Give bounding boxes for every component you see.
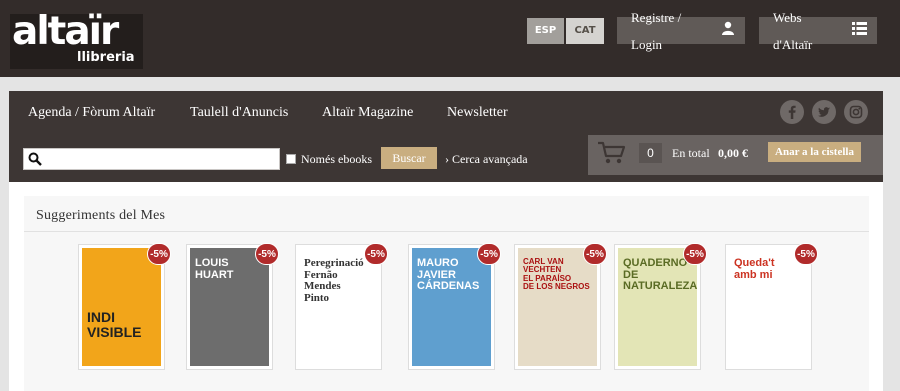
book-cover-title: MAURO JAVIER CÁRDENAS [417,257,480,293]
user-icon [721,17,735,44]
book-cover-image[interactable]: QUADERNO DE NATURALEZA [618,248,697,366]
nav-item-magazine[interactable]: Altaïr Magazine [322,91,413,134]
book-cover-image[interactable]: Peregrinació Fernão Mendes Pinto [299,248,378,366]
book-cover-title: Peregrinació Fernão Mendes Pinto [304,257,364,304]
list-icon [852,17,867,44]
discount-badge: -5% [147,243,171,265]
login-button[interactable]: Registre / Login [617,10,745,52]
login-label: Registre / Login [631,9,682,52]
section-title: Suggeriments del Mes [36,208,166,223]
book-cover-title: QUADERNO DE NATURALEZA [623,257,697,293]
search-box [23,148,280,170]
nav-item-newsletter[interactable]: Newsletter [447,91,508,134]
advanced-search-link[interactable]: › Cerca avançada [445,148,528,170]
lang-cat-button[interactable]: CAT [566,18,604,44]
shopping-cart-icon[interactable] [597,141,627,170]
book-cover-image[interactable]: LOUIS HUART [190,248,269,366]
book-cover-image[interactable]: Queda't amb mi [729,248,808,366]
book-cover-title: LOUIS HUART [195,257,234,281]
nav-item-taulell[interactable]: Taulell d'Anuncis [190,91,288,134]
book-card[interactable]: LOUIS HUART -5% [186,243,279,370]
nav-item-agenda[interactable]: Agenda / Fòrum Altaïr [28,91,155,134]
main-panel: Agenda / Fòrum Altaïr Taulell d'Anuncis … [9,91,883,391]
ebooks-label: Només ebooks [301,151,372,166]
lang-esp-button[interactable]: ESP [527,18,564,44]
ebooks-checkbox[interactable] [286,154,296,164]
discount-badge: -5% [255,243,279,265]
book-cover-title: CARL VAN VECHTEN EL PARAÍSO DE LOS NEGRO… [523,257,590,292]
webs-label: Webs d'Altaïr [773,9,813,52]
cart-total-label: En total [672,146,710,160]
book-card[interactable]: QUADERNO DE NATURALEZA -5% [614,243,707,370]
cart-total-value: 0,00 € [718,146,748,160]
book-card[interactable]: Queda't amb mi -5% [725,243,818,370]
monthly-suggestions: Suggeriments del Mes INDI VISIBLE -5% LOUI… [24,196,869,391]
twitter-icon[interactable] [812,100,836,124]
book-card[interactable]: Peregrinació Fernão Mendes Pinto -5% [295,243,388,370]
book-cover-title: Queda't amb mi [734,257,775,281]
ebooks-filter[interactable]: Només ebooks [286,148,372,170]
cart-summary: 0 En total 0,00 € Anar a la cistella [588,135,883,175]
facebook-icon[interactable] [780,100,804,124]
discount-badge: -5% [583,243,607,265]
discount-badge: -5% [683,243,707,265]
book-cover-image[interactable]: INDI VISIBLE [82,248,161,366]
book-cover-image[interactable]: MAURO JAVIER CÁRDENAS [412,248,491,366]
book-cover-title: INDI VISIBLE [87,309,142,340]
go-to-cart-button[interactable]: Anar a la cistella [768,142,861,162]
discount-badge: -5% [477,243,501,265]
search-icon [28,152,42,171]
search-input[interactable] [46,149,278,169]
instagram-icon[interactable] [844,100,868,124]
webs-altair-button[interactable]: Webs d'Altaïr [759,10,877,52]
site-header: altaïr llibreria ESP CAT Registre / Logi… [0,0,900,77]
altair-logo[interactable]: altaïr llibreria [10,9,143,69]
logo-wordmark: altaïr [12,9,119,54]
cart-count: 0 [639,143,662,163]
book-card[interactable]: CARL VAN VECHTEN EL PARAÍSO DE LOS NEGRO… [514,243,607,370]
book-cover-image[interactable]: CARL VAN VECHTEN EL PARAÍSO DE LOS NEGRO… [518,248,597,366]
main-nav: Agenda / Fòrum Altaïr Taulell d'Anuncis … [9,91,883,134]
section-divider [24,231,869,232]
book-card[interactable]: INDI VISIBLE -5% [78,243,171,370]
book-card[interactable]: MAURO JAVIER CÁRDENAS -5% [408,243,501,370]
discount-badge: -5% [364,243,388,265]
logo-subtitle: llibreria [77,50,135,65]
search-button[interactable]: Buscar [381,147,437,169]
discount-badge: -5% [794,243,818,265]
